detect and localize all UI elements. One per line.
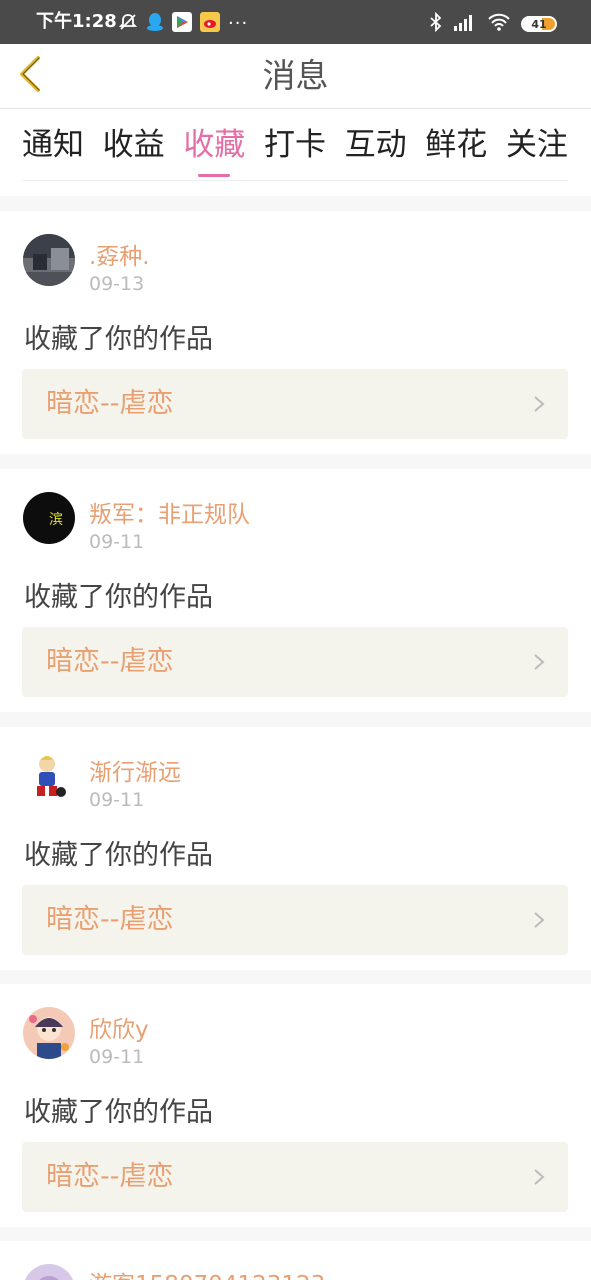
- tab-notify[interactable]: 通知: [22, 113, 84, 177]
- mute-icon: [118, 12, 138, 36]
- qq-icon: [146, 12, 164, 36]
- svg-text:滨: 滨: [49, 512, 63, 528]
- tab-favorites[interactable]: 收藏: [183, 113, 245, 177]
- work-link[interactable]: 暗恋--虐恋: [22, 1142, 568, 1212]
- message-date: 09-11: [89, 1046, 145, 1068]
- bluetooth-icon: [429, 11, 443, 36]
- username[interactable]: 叛军：非正规队: [89, 495, 250, 529]
- tab-interaction[interactable]: 互动: [345, 113, 407, 177]
- avatar[interactable]: [23, 1007, 75, 1059]
- status-right-icons: 41: [419, 11, 557, 36]
- avatar[interactable]: [23, 750, 75, 802]
- status-time: 下午1:28: [36, 11, 117, 32]
- message-card: 渐行渐远 09-11 收藏了你的作品 暗恋--虐恋: [0, 727, 591, 970]
- avatar[interactable]: [23, 1264, 75, 1280]
- username[interactable]: 游客1580704123123: [89, 1265, 325, 1280]
- message-card: .孬种. 09-13 收藏了你的作品 暗恋--虐恋: [0, 211, 591, 454]
- message-action: 收藏了你的作品: [24, 324, 213, 355]
- message-date: 09-11: [89, 531, 145, 553]
- tab-earnings[interactable]: 收益: [103, 113, 165, 177]
- message-card: 滨 叛军：非正规队 09-11 收藏了你的作品 暗恋--虐恋: [0, 469, 591, 712]
- chevron-right-icon: [532, 653, 546, 671]
- tab-checkin[interactable]: 打卡: [264, 113, 326, 177]
- status-bar: 下午1:28 ··· 41: [0, 0, 591, 44]
- username[interactable]: 欣欣y: [89, 1010, 149, 1044]
- wifi-icon: [487, 12, 511, 36]
- tab-flowers[interactable]: 鲜花: [425, 113, 487, 177]
- username[interactable]: 渐行渐远: [89, 753, 181, 787]
- chevron-right-icon: [532, 911, 546, 929]
- signal-icon: [453, 12, 477, 36]
- status-left-icons: ···: [118, 12, 256, 36]
- work-title: 暗恋--虐恋: [46, 1161, 174, 1192]
- tab-follow[interactable]: 关注: [506, 113, 568, 177]
- chevron-right-icon: [532, 1168, 546, 1186]
- work-title: 暗恋--虐恋: [46, 646, 174, 677]
- message-date: 09-13: [89, 273, 145, 295]
- message-action: 收藏了你的作品: [24, 1097, 213, 1128]
- work-link[interactable]: 暗恋--虐恋: [22, 369, 568, 439]
- more-dots: ···: [228, 13, 249, 34]
- tab-bar: 通知 收益 收藏 打卡 互动 鲜花 关注: [0, 109, 591, 196]
- avatar[interactable]: [23, 234, 75, 286]
- message-card: 游客1580704123123: [0, 1241, 591, 1280]
- message-action: 收藏了你的作品: [24, 582, 213, 613]
- play-store-icon: [172, 12, 192, 36]
- avatar[interactable]: 滨: [23, 492, 75, 544]
- weibo-icon: [200, 12, 220, 36]
- message-card: 欣欣y 09-11 收藏了你的作品 暗恋--虐恋: [0, 984, 591, 1227]
- username[interactable]: .孬种.: [89, 237, 150, 271]
- battery-icon: 41: [521, 16, 557, 32]
- work-link[interactable]: 暗恋--虐恋: [22, 627, 568, 697]
- chevron-right-icon: [532, 395, 546, 413]
- page-title: 消息: [262, 56, 329, 95]
- message-action: 收藏了你的作品: [24, 840, 213, 871]
- work-title: 暗恋--虐恋: [46, 904, 174, 935]
- header: 消息: [0, 44, 591, 109]
- message-date: 09-11: [89, 789, 145, 811]
- work-link[interactable]: 暗恋--虐恋: [22, 885, 568, 955]
- work-title: 暗恋--虐恋: [46, 388, 174, 419]
